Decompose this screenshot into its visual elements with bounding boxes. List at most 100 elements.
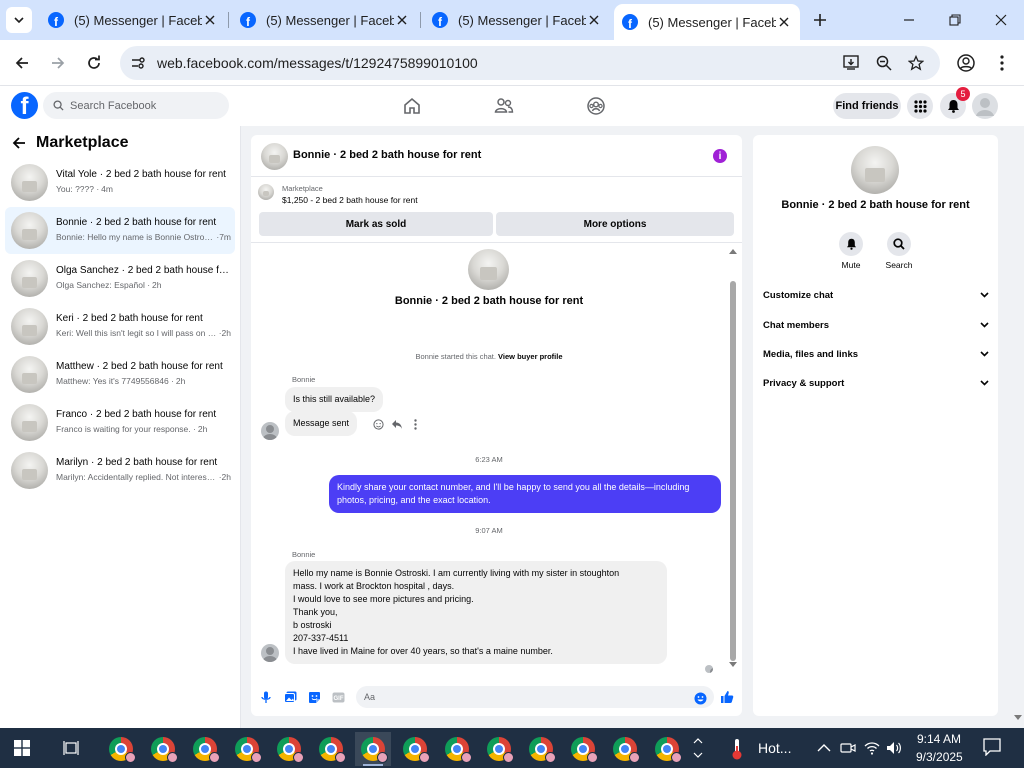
conversation-item[interactable]: Vital Yole · 2 bed 2 bath house for rent… [5, 159, 235, 206]
zoom-icon[interactable] [873, 53, 895, 73]
browser-menu-button[interactable] [988, 49, 1016, 77]
chrome-taskbar-app[interactable] [397, 732, 433, 766]
close-tab-icon[interactable] [202, 12, 218, 28]
chrome-taskbar-app[interactable] [103, 732, 139, 766]
microphone-icon[interactable] [259, 690, 273, 704]
facebook-search-input[interactable]: Search Facebook [43, 92, 229, 119]
search-placeholder: Search Facebook [70, 99, 157, 112]
wifi-icon[interactable] [864, 740, 880, 756]
thermometer-weather-icon[interactable] [730, 738, 744, 760]
clock-date[interactable]: 9/3/2025 [916, 750, 963, 764]
chrome-taskbar-app[interactable] [523, 732, 559, 766]
conversation-item[interactable]: Olga Sanchez · 2 bed 2 bath house for re… [5, 255, 235, 302]
bookmark-star-icon[interactable] [905, 53, 927, 73]
profile-button[interactable] [952, 49, 980, 77]
message-input[interactable]: Aa [356, 686, 714, 708]
groups-icon[interactable] [586, 96, 606, 116]
conversation-name: Franco · 2 bed 2 bath house for rent [56, 409, 217, 420]
home-icon[interactable] [402, 96, 422, 116]
chrome-taskbar-app[interactable] [229, 732, 265, 766]
reply-icon[interactable] [390, 418, 403, 431]
meet-now-icon[interactable] [840, 740, 856, 756]
outgoing-message[interactable]: Kindly share your contact number, and I'… [329, 475, 721, 513]
chat-scrollbar[interactable] [728, 247, 738, 673]
windows-start-icon[interactable] [14, 740, 30, 756]
chat-title[interactable]: Bonnie · 2 bed 2 bath house for rent [293, 149, 481, 161]
chrome-taskbar-app[interactable] [649, 732, 685, 766]
chrome-taskbar-app[interactable] [313, 732, 349, 766]
customize-chat-section[interactable]: Customize chat [763, 285, 989, 305]
scroll-down-icon[interactable] [1013, 714, 1023, 722]
chevron-up-icon[interactable] [816, 740, 832, 756]
chrome-taskbar-app[interactable] [565, 732, 601, 766]
restore-window-button[interactable] [935, 6, 975, 34]
mark-as-sold-button[interactable]: Mark as sold [259, 212, 493, 236]
close-window-button[interactable] [981, 6, 1021, 34]
gif-icon[interactable]: GIF [331, 690, 345, 704]
emoji-icon[interactable] [693, 691, 707, 705]
close-tab-icon[interactable] [394, 12, 410, 28]
browser-tab-2[interactable]: f (5) Messenger | Facebook [232, 6, 418, 34]
back-arrow-icon[interactable] [12, 136, 26, 150]
install-app-icon[interactable] [841, 53, 863, 73]
media-files-links-section[interactable]: Media, files and links [763, 344, 989, 364]
chat-thumbnail[interactable] [261, 143, 288, 170]
chat-members-section[interactable]: Chat members [763, 315, 989, 335]
photo-gallery-icon[interactable] [283, 690, 297, 704]
address-bar[interactable]: web.facebook.com/messages/t/129247589901… [120, 46, 940, 80]
friends-icon[interactable] [494, 96, 514, 116]
menu-grid-button[interactable] [907, 93, 933, 119]
search-in-conversation-button[interactable]: Search [879, 232, 919, 270]
close-tab-icon[interactable] [776, 14, 792, 30]
incoming-message[interactable]: Is this still available? [285, 387, 384, 412]
facebook-logo-icon[interactable]: f [11, 92, 38, 119]
page-scrollbar[interactable] [1012, 126, 1024, 728]
tab-search-button[interactable] [6, 7, 32, 33]
task-view-icon[interactable] [63, 740, 79, 756]
back-button[interactable] [8, 49, 36, 77]
chrome-taskbar-app[interactable] [271, 732, 307, 766]
find-friends-button[interactable]: Find friends [833, 93, 901, 119]
chrome-taskbar-app[interactable] [145, 732, 181, 766]
mute-button[interactable]: Mute [831, 232, 871, 270]
chrome-taskbar-app[interactable] [187, 732, 223, 766]
info-icon[interactable]: i [713, 149, 727, 163]
close-tab-icon[interactable] [586, 12, 602, 28]
conversation-item[interactable]: Marilyn · 2 bed 2 bath house for rent Ma… [5, 447, 235, 494]
volume-icon[interactable] [886, 740, 902, 756]
browser-tab-3[interactable]: f (5) Messenger | Facebook [424, 6, 610, 34]
chrome-taskbar-app[interactable] [481, 732, 517, 766]
account-avatar-button[interactable] [972, 93, 998, 119]
conversation-item[interactable]: Franco · 2 bed 2 bath house for rent Fra… [5, 399, 235, 446]
conversation-item[interactable]: Keri · 2 bed 2 bath house for rent Keri:… [5, 303, 235, 350]
weather-text[interactable]: Hot... [758, 740, 791, 756]
clock-time[interactable]: 9:14 AM [917, 732, 961, 746]
new-tab-button[interactable] [808, 8, 832, 32]
scroll-down-icon[interactable] [728, 661, 738, 669]
browser-tab-4-active[interactable]: f (5) Messenger | Facebook [614, 4, 800, 40]
taskbar-overflow[interactable] [690, 734, 706, 762]
minimize-window-button[interactable] [889, 6, 929, 34]
scrollbar-thumb[interactable] [730, 281, 736, 661]
forward-button[interactable] [44, 49, 72, 77]
sticker-icon[interactable] [307, 690, 321, 704]
react-emoji-icon[interactable] [372, 418, 385, 431]
view-buyer-profile-link[interactable]: View buyer profile [498, 352, 562, 361]
notification-center-icon[interactable] [983, 738, 1001, 756]
incoming-long-message[interactable]: Hello my name is Bonnie Ostroski. I am c… [285, 561, 667, 664]
conversation-item-selected[interactable]: Bonnie · 2 bed 2 bath house for rent Bon… [5, 207, 235, 254]
chrome-taskbar-app[interactable] [439, 732, 475, 766]
chrome-taskbar-app[interactable] [607, 732, 643, 766]
reload-button[interactable] [80, 49, 108, 77]
incoming-message[interactable]: Message sent [285, 411, 358, 436]
browser-tab-1[interactable]: f (5) Messenger | Facebook [40, 6, 226, 34]
site-info-icon[interactable] [129, 54, 147, 72]
thumbs-up-icon[interactable] [720, 690, 734, 704]
listing-summary[interactable]: Marketplace $1,250 - 2 bed 2 bath house … [258, 184, 418, 205]
scroll-up-icon[interactable] [728, 247, 738, 255]
chrome-taskbar-app-active[interactable] [355, 732, 391, 766]
conversation-item[interactable]: Matthew · 2 bed 2 bath house for rent Ma… [5, 351, 235, 398]
privacy-support-section[interactable]: Privacy & support [763, 373, 989, 393]
more-options-button[interactable]: More options [496, 212, 734, 236]
more-actions-icon[interactable] [409, 418, 422, 431]
